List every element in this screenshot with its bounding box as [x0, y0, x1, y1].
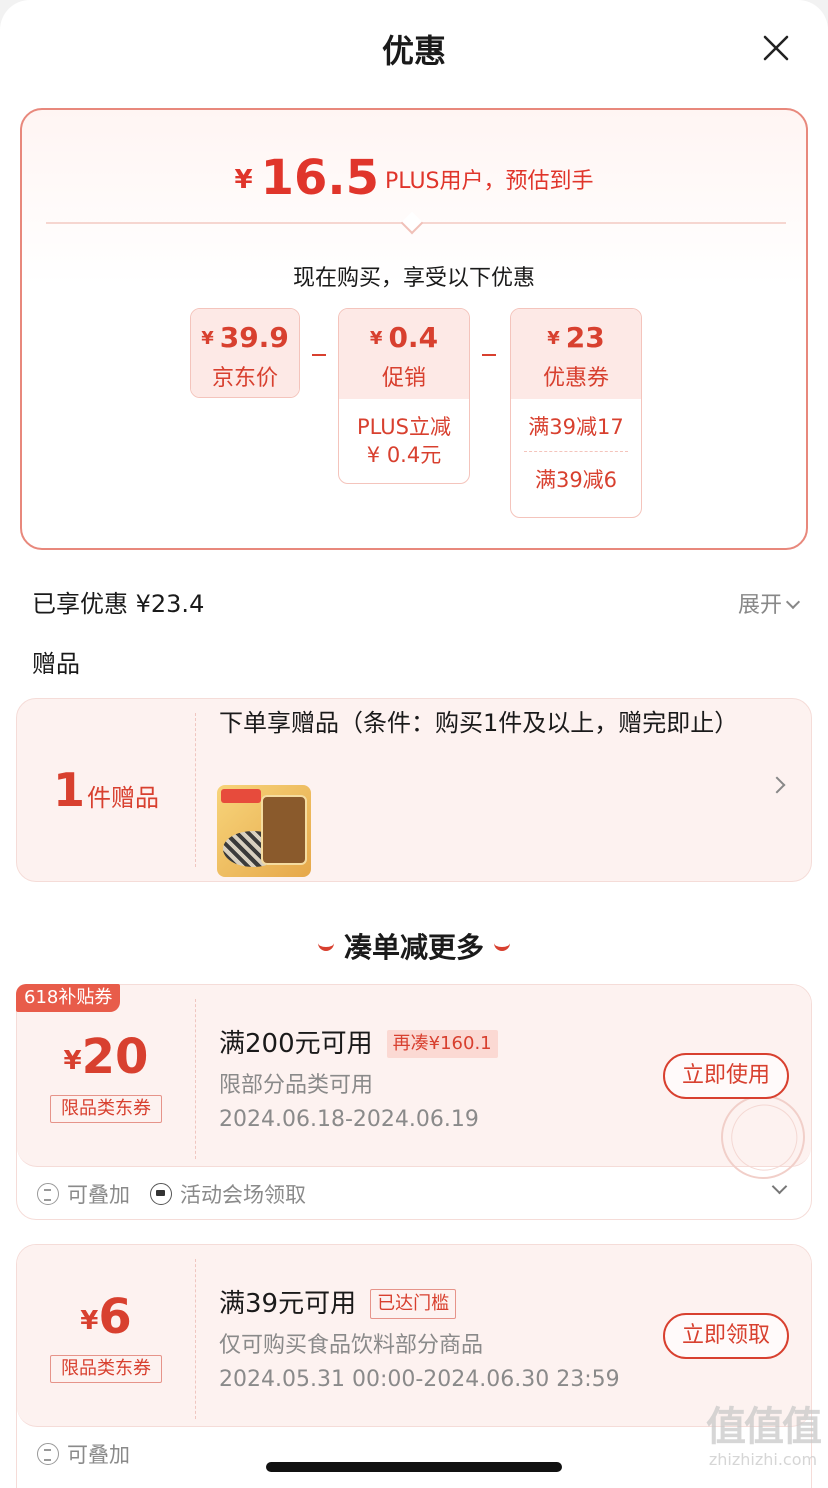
stackable-label: 可叠加	[67, 1183, 130, 1207]
stack-icon	[37, 1443, 59, 1465]
watermark: 值值值 zhizhizhi.com	[706, 1404, 822, 1469]
promotion-box: ¥0.4 促销 PLUS立减 ¥ 0.4元	[338, 308, 470, 484]
coupon-scope: 仅可购买食品饮料部分商品	[219, 1333, 484, 1358]
divider-notch	[400, 211, 424, 235]
coupon-condition: 满200元可用 再凑¥160.1	[219, 1023, 498, 1060]
venue-icon	[150, 1183, 172, 1205]
coupon-card: ¥20 限品类东券 满200元可用 再凑¥160.1 限部分品类可用 2024.0…	[16, 984, 812, 1220]
more-deals-title: 凑单减更多	[0, 926, 828, 966]
promotion-value: 0.4	[388, 321, 439, 354]
jd-price-value: 39.9	[219, 321, 289, 354]
dashed-divider	[195, 1259, 196, 1419]
currency-symbol: ¥	[234, 165, 253, 195]
currency-symbol: ¥	[369, 328, 383, 349]
close-icon[interactable]	[760, 32, 792, 64]
jd-price-box: ¥39.9 京东价	[190, 308, 300, 398]
coupon-type-badge: 限品类东券	[50, 1355, 162, 1383]
subsidy-coupon-tag: 618补贴券	[16, 984, 121, 1012]
coupon-card: ¥6 限品类东券 满39元可用 已达门槛 仅可购买食品饮料部分商品 2024.05…	[16, 1244, 812, 1488]
more-deals-label: 凑单减更多	[343, 931, 484, 964]
coupon-amount: ¥6	[17, 1289, 195, 1345]
promotion-label: 促销	[381, 366, 426, 391]
coupon-amount: ¥20	[17, 1029, 195, 1085]
price-summary-card: ¥16.5 PLUS用户，预估到手 现在购买，享受以下优惠 ¥39.9 京东价 ¥…	[20, 108, 808, 550]
gift-description: 下单享赠品（条件：购买1件及以上，赠完即止）	[219, 709, 739, 737]
stackable-label: 可叠加	[67, 1443, 130, 1467]
gift-count-panel: 1件赠品	[17, 699, 195, 881]
stack-icon	[37, 1183, 59, 1205]
gift-count-number: 1	[53, 763, 86, 817]
watermark-logo: 值值值	[706, 1404, 822, 1450]
coupon-condition: 满39元可用 已达门槛	[219, 1283, 457, 1320]
coupon-amount-value: 6	[98, 1289, 132, 1345]
threshold-reached-badge: 已达门槛	[370, 1289, 457, 1319]
coupon-scope: 限部分品类可用	[219, 1073, 374, 1098]
estimated-price: ¥16.5 PLUS用户，预估到手	[22, 150, 806, 206]
coupon-discount-box: ¥23 优惠券 满39减17 满39减6	[510, 308, 642, 518]
expand-label: 展开	[737, 593, 782, 618]
coupon-body: ¥6 限品类东券 满39元可用 已达门槛 仅可购买食品饮料部分商品 2024.05…	[17, 1245, 811, 1427]
enjoyed-discount: 已享优惠 ¥23.4	[32, 590, 205, 618]
home-indicator[interactable]	[266, 1462, 562, 1472]
currency-symbol: ¥	[201, 328, 214, 349]
smile-decor-icon	[494, 943, 510, 951]
estimated-price-value: 16.5	[260, 150, 380, 206]
estimated-price-label: PLUS用户，预估到手	[385, 169, 594, 194]
coupon-condition-text: 满200元可用	[219, 1029, 373, 1059]
expand-button[interactable]: 展开	[737, 587, 801, 619]
coupon-footer: 可叠加 活动会场领取	[37, 1179, 306, 1209]
currency-symbol: ¥	[80, 1306, 99, 1336]
use-now-button[interactable]: 立即使用	[663, 1053, 789, 1099]
coupon-source: 活动会场领取	[180, 1183, 306, 1207]
gift-count: 1件赠品	[53, 763, 159, 817]
minus-icon	[312, 354, 326, 356]
product-bag	[261, 795, 307, 865]
coupon-condition-text: 满39元可用	[219, 1289, 357, 1319]
gift-count-label: 件赠品	[87, 784, 160, 812]
offers-sheet: 优惠 ¥16.5 PLUS用户，预估到手 现在购买，享受以下优惠 ¥39.9 京东…	[0, 0, 828, 1488]
currency-symbol: ¥	[547, 328, 560, 349]
gift-section-title: 赠品	[32, 650, 80, 678]
buy-now-text: 现在购买，享受以下优惠	[292, 266, 535, 291]
coupon-footer: 可叠加	[37, 1439, 130, 1469]
gift-product-image[interactable]	[217, 785, 311, 877]
sheet-title: 优惠	[381, 32, 446, 70]
coupon-type-badge: 限品类东券	[50, 1095, 162, 1123]
claim-now-button[interactable]: 立即领取	[663, 1313, 789, 1359]
minus-icon	[482, 354, 496, 356]
chevron-right-icon[interactable]	[768, 776, 786, 794]
currency-symbol: ¥	[63, 1046, 82, 1076]
coupon-discount-value: 23	[565, 321, 605, 354]
smile-decor-icon	[317, 943, 334, 951]
coupon-date: 2024.06.18-2024.06.19	[219, 1107, 479, 1132]
plus-discount-amount: ¥ 0.4元	[366, 443, 442, 467]
watermark-site: zhizhizhi.com	[708, 1450, 818, 1469]
dashed-divider	[195, 999, 196, 1159]
dashed-divider	[195, 713, 196, 867]
coupon-body: ¥20 限品类东券 满200元可用 再凑¥160.1 限部分品类可用 2024.0…	[17, 985, 811, 1192]
coupon-discount-label: 优惠券	[542, 366, 609, 391]
chevron-down-icon[interactable]	[771, 1178, 788, 1195]
coupon-date: 2024.05.31 00:00-2024.06.30 23:59	[219, 1367, 620, 1392]
coupon-amount-value: 20	[81, 1029, 149, 1085]
coupon-rule-1: 满39减17	[528, 415, 624, 439]
gift-card[interactable]: 1件赠品 下单享赠品（条件：购买1件及以上，赠完即止）	[16, 698, 812, 882]
coupon-gap-badge: 再凑¥160.1	[386, 1030, 498, 1058]
brand-tag	[221, 789, 261, 803]
jd-price-label: 京东价	[211, 366, 278, 391]
plus-discount-label: PLUS立减	[356, 415, 452, 439]
chevron-down-icon	[785, 594, 801, 610]
coupon-rule-2: 满39减6	[534, 468, 618, 492]
